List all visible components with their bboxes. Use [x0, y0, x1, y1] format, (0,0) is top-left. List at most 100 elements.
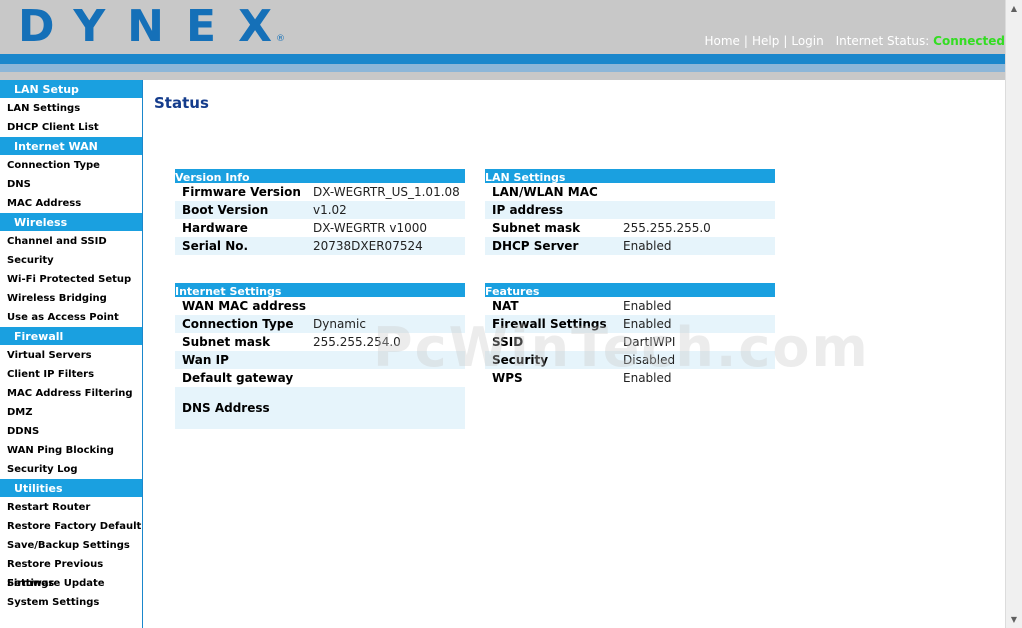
sidebar-item-save-backup-settings[interactable]: Save/Backup Settings — [0, 536, 142, 555]
sidebar-item-restore-previous-settings[interactable]: Restore Previous Settings — [0, 555, 142, 589]
table-row: LAN/WLAN MAC — [485, 183, 775, 201]
sidebar-item-dmz[interactable]: DMZ — [0, 403, 142, 422]
sidebar-item-restart-router[interactable]: Restart Router — [0, 498, 142, 517]
panel-header: Internet Settings — [175, 283, 465, 298]
panel-title: Version Info — [175, 171, 250, 184]
sidebar-item-ddns[interactable]: DDNS — [0, 422, 142, 441]
sidebar-item-client-ip-filters[interactable]: Client IP Filters — [0, 365, 142, 384]
panel-header: Features — [485, 283, 775, 298]
row-key: Connection Type — [182, 317, 294, 331]
table-row: WAN MAC address — [175, 297, 465, 315]
row-key: Firewall Settings — [492, 317, 607, 331]
sidebar-item-firmware-update[interactable]: Firmware Update — [0, 574, 142, 593]
sidebar-item-lan-settings[interactable]: LAN Settings — [0, 99, 142, 118]
row-value: 20738DXER07524 — [313, 239, 423, 253]
panel-title: Internet Settings — [175, 285, 282, 298]
sidebar: LAN Setup LAN Settings DHCP Client List … — [0, 80, 143, 628]
table-row: NAT Enabled — [485, 297, 775, 315]
row-key: Wan IP — [182, 353, 229, 367]
row-key: WAN MAC address — [182, 299, 307, 313]
row-key: Security — [492, 353, 549, 367]
header-band — [0, 54, 1005, 64]
sidebar-item-wifi-protected-setup[interactable]: Wi-Fi Protected Setup — [0, 270, 142, 289]
scroll-up-arrow-icon[interactable]: ▲ — [1006, 0, 1022, 17]
panel-title: LAN Settings — [485, 171, 566, 184]
sidebar-section-firewall[interactable]: Firewall — [0, 327, 142, 346]
row-key: NAT — [492, 299, 519, 313]
row-value: 255.255.254.0 — [313, 335, 401, 349]
panel-header: LAN Settings — [485, 169, 775, 184]
row-value: Enabled — [623, 239, 672, 253]
version-info-panel: Version Info Firmware Version DX-WEGRTR_U… — [175, 169, 465, 255]
row-value: DartIWPI — [623, 335, 676, 349]
table-row: Subnet mask 255.255.255.0 — [485, 219, 775, 237]
nav-separator: | — [743, 34, 748, 48]
internet-status-label: Internet Status: — [835, 34, 930, 48]
sidebar-item-wireless-bridging[interactable]: Wireless Bridging — [0, 289, 142, 308]
sidebar-item-mac-address[interactable]: MAC Address — [0, 194, 142, 213]
features-panel: Features NAT Enabled Firewall Settings Ena… — [485, 283, 775, 387]
row-value — [623, 201, 775, 219]
sidebar-section-utilities[interactable]: Utilities — [0, 479, 142, 498]
internet-settings-panel: Internet Settings WAN MAC address Connec… — [175, 283, 465, 429]
row-value: Enabled — [623, 371, 672, 385]
row-key: Subnet mask — [492, 221, 581, 235]
sidebar-item-wan-ping-blocking[interactable]: WAN Ping Blocking — [0, 441, 142, 460]
vertical-scrollbar[interactable]: ▲ ▼ — [1005, 0, 1022, 628]
table-row: Serial No. 20738DXER07524 — [175, 237, 465, 255]
table-row: Firewall Settings Enabled — [485, 315, 775, 333]
row-key: DNS Address — [182, 401, 270, 415]
table-row: DHCP Server Enabled — [485, 237, 775, 255]
table-row: Security Disabled — [485, 351, 775, 369]
table-row: Default gateway — [175, 369, 465, 387]
row-key: DHCP Server — [492, 239, 579, 253]
row-key: IP address — [492, 203, 564, 217]
home-link[interactable]: Home — [704, 34, 739, 48]
table-row: Wan IP — [175, 351, 465, 369]
row-key: Boot Version — [182, 203, 269, 217]
row-key: Default gateway — [182, 371, 294, 385]
row-value: Dynamic — [313, 317, 366, 331]
login-link[interactable]: Login — [791, 34, 823, 48]
sidebar-item-restore-factory-default[interactable]: Restore Factory Default — [0, 517, 142, 536]
row-value: Disabled — [623, 353, 676, 367]
sidebar-section-wireless[interactable]: Wireless — [0, 213, 142, 232]
sidebar-section-internet-wan[interactable]: Internet WAN — [0, 137, 142, 156]
main-content: Status Version Info Firmware Version DX-W… — [143, 80, 1005, 628]
row-value — [623, 183, 775, 201]
row-key: LAN/WLAN MAC — [492, 185, 598, 199]
sidebar-item-channel-ssid[interactable]: Channel and SSID — [0, 232, 142, 251]
sidebar-item-security-log[interactable]: Security Log — [0, 460, 142, 479]
row-key: Subnet mask — [182, 335, 271, 349]
row-value — [313, 351, 465, 369]
table-row: DNS Address — [175, 387, 465, 429]
sidebar-section-lan-setup[interactable]: LAN Setup — [0, 80, 142, 99]
row-value: Enabled — [623, 317, 672, 331]
row-value: DX-WEGRTR_US_1.01.08 — [313, 185, 460, 199]
sidebar-item-access-point[interactable]: Use as Access Point — [0, 308, 142, 327]
panel-title: Features — [485, 285, 540, 298]
scroll-down-arrow-icon[interactable]: ▼ — [1006, 611, 1022, 628]
sidebar-item-connection-type[interactable]: Connection Type — [0, 156, 142, 175]
sidebar-item-security[interactable]: Security — [0, 251, 142, 270]
logo-text: DYNEX — [18, 1, 294, 52]
sidebar-item-dhcp-client-list[interactable]: DHCP Client List — [0, 118, 142, 137]
row-key: WPS — [492, 371, 523, 385]
table-row: Boot Version v1.02 — [175, 201, 465, 219]
dynex-logo: DYNEX ® — [18, 5, 285, 49]
sidebar-item-virtual-servers[interactable]: Virtual Servers — [0, 346, 142, 365]
sidebar-item-system-settings[interactable]: System Settings — [0, 593, 142, 612]
row-value — [313, 387, 465, 429]
row-value: 255.255.255.0 — [623, 221, 711, 235]
row-key: SSID — [492, 335, 524, 349]
nav-separator: | — [783, 34, 788, 48]
table-row: SSID DartIWPI — [485, 333, 775, 351]
lan-settings-panel: LAN Settings LAN/WLAN MAC IP address Sub… — [485, 169, 775, 255]
help-link[interactable]: Help — [752, 34, 779, 48]
table-row: WPS Enabled — [485, 369, 775, 387]
sidebar-item-mac-address-filtering[interactable]: MAC Address Filtering — [0, 384, 142, 403]
sidebar-item-dns[interactable]: DNS — [0, 175, 142, 194]
row-value: DX-WEGRTR v1000 — [313, 221, 428, 235]
logo-registered-mark: ® — [276, 34, 285, 44]
row-key: Firmware Version — [182, 185, 301, 199]
